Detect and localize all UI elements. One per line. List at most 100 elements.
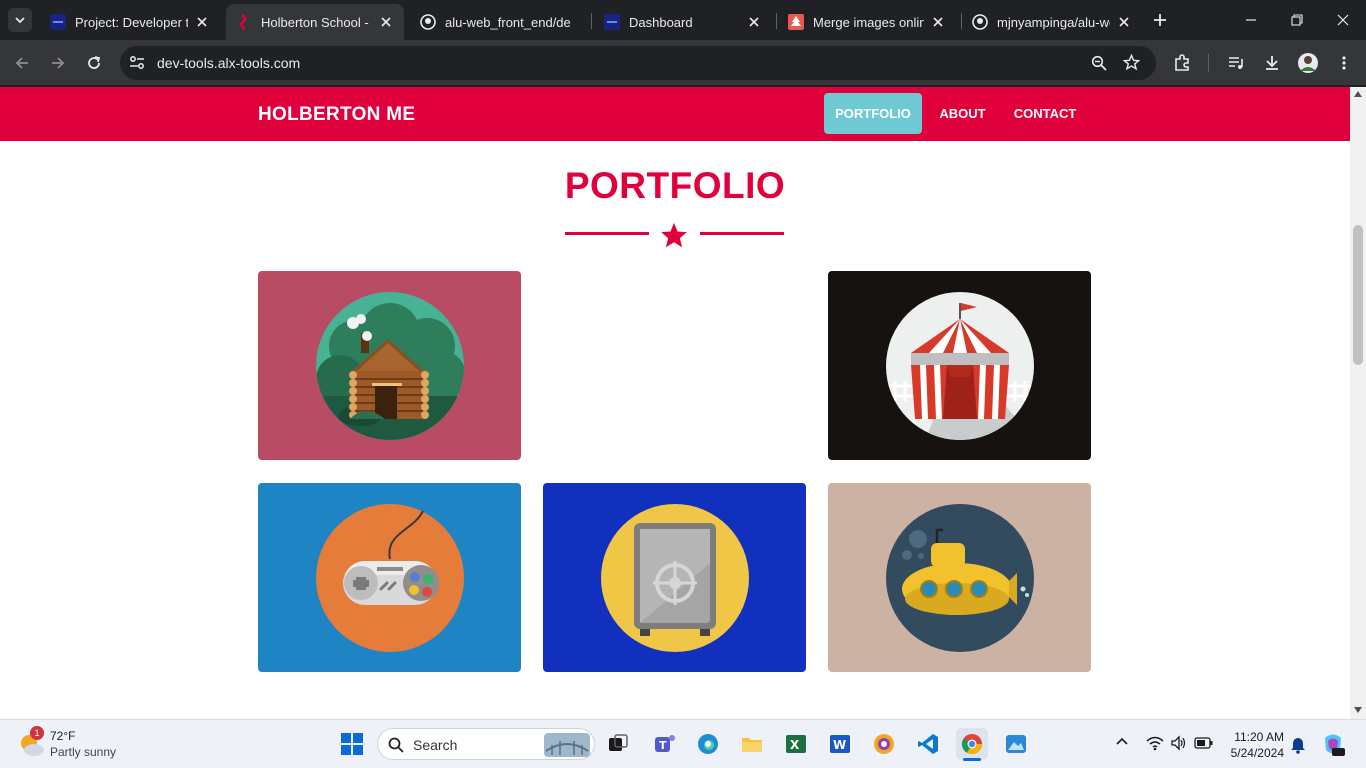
show-hidden-icons-button[interactable] — [1115, 734, 1129, 753]
notifications-icon[interactable] — [1290, 736, 1306, 759]
close-tab-icon[interactable] — [194, 14, 210, 30]
teams-icon: T — [655, 735, 675, 752]
system-clock[interactable]: 11:20 AM 5/24/2024 — [1222, 729, 1284, 761]
game-controller-icon — [315, 503, 464, 652]
circus-tent-icon — [885, 291, 1034, 440]
tab-github-mjnyampinga[interactable]: mjnyampinga/alu-we — [962, 4, 1142, 40]
cabin-icon — [315, 291, 464, 440]
chrome-taskbar-icon[interactable] — [956, 728, 988, 761]
windows-taskbar: 1 72°F Partly sunny Search T X W 11:20 A… — [0, 719, 1366, 768]
nav-contact-link[interactable]: CONTACT — [1003, 93, 1087, 134]
media-controls-button[interactable] — [1224, 51, 1248, 75]
puzzle-icon — [1175, 54, 1189, 71]
tab-merge-images[interactable]: Merge images online — [778, 4, 956, 40]
back-button[interactable] — [10, 51, 34, 75]
address-bar[interactable]: dev-tools.alx-tools.com — [120, 46, 1156, 80]
weather-notification-badge: 1 — [30, 726, 44, 740]
clock-date: 5/24/2024 — [1230, 746, 1284, 760]
task-view-icon — [609, 734, 628, 751]
reload-icon — [88, 56, 101, 69]
battery-icon[interactable] — [1194, 736, 1214, 755]
file-explorer-taskbar-icon[interactable] — [736, 728, 768, 760]
restore-button[interactable] — [1282, 8, 1312, 32]
photos-taskbar-icon[interactable] — [1000, 728, 1032, 760]
active-app-indicator — [963, 758, 981, 761]
teams-taskbar-icon[interactable]: T — [648, 728, 680, 760]
site-navbar: HOLBERTON ME PORTFOLIO ABOUT CONTACT — [0, 87, 1350, 141]
arrow-right-icon — [52, 57, 65, 69]
tab-title: alu-web_front_end/de — [445, 14, 571, 30]
nav-about-link[interactable]: ABOUT — [928, 93, 997, 134]
portfolio-card-safe[interactable] — [543, 483, 806, 672]
scroll-down-icon[interactable] — [1354, 707, 1362, 713]
portfolio-card-cabin[interactable] — [258, 271, 521, 460]
search-icon — [388, 737, 404, 753]
wifi-icon[interactable] — [1146, 735, 1164, 756]
word-taskbar-icon[interactable]: W — [824, 728, 856, 760]
folder-icon — [742, 738, 762, 752]
close-window-button[interactable] — [1328, 8, 1358, 32]
search-placeholder: Search — [413, 737, 458, 753]
nav-portfolio-link[interactable]: PORTFOLIO — [824, 93, 922, 134]
github-icon — [420, 14, 436, 30]
close-tab-icon[interactable] — [930, 14, 946, 30]
app-taskbar-icon[interactable] — [868, 728, 900, 760]
edge-icon — [698, 734, 718, 754]
photos-icon — [1006, 735, 1026, 753]
portfolio-card-controller[interactable] — [258, 483, 521, 672]
chevron-down-icon — [15, 17, 25, 24]
profile-button[interactable] — [1296, 51, 1320, 75]
edge-taskbar-icon[interactable] — [692, 728, 724, 760]
scrollbar-thumb[interactable] — [1353, 225, 1363, 365]
zoom-icon[interactable] — [1091, 55, 1107, 76]
url-text: dev-tools.alx-tools.com — [157, 55, 301, 71]
scroll-up-icon[interactable] — [1354, 91, 1362, 97]
downloads-button[interactable] — [1260, 51, 1284, 75]
new-tab-button[interactable] — [1150, 10, 1170, 30]
portfolio-card-circus[interactable] — [828, 271, 1091, 460]
copilot-icon[interactable] — [1320, 732, 1346, 763]
page-scrollbar[interactable] — [1350, 87, 1366, 719]
title-divider-right — [700, 232, 784, 235]
restore-icon — [1291, 14, 1303, 26]
vscode-taskbar-icon[interactable] — [912, 728, 944, 760]
chrome-menu-button[interactable] — [1332, 51, 1356, 75]
minimize-icon — [1246, 19, 1256, 21]
page-viewport: HOLBERTON ME PORTFOLIO ABOUT CONTACT POR… — [0, 87, 1350, 719]
safe-icon — [600, 503, 749, 652]
tab-search-button[interactable] — [8, 8, 32, 32]
star-icon — [661, 222, 687, 248]
weather-description: Partly sunny — [50, 745, 117, 759]
close-tab-icon[interactable] — [746, 14, 762, 30]
minimize-button[interactable] — [1236, 8, 1266, 32]
site-brand-link[interactable]: HOLBERTON ME — [258, 104, 415, 126]
excel-taskbar-icon[interactable]: X — [780, 728, 812, 760]
taskbar-search-box[interactable]: Search — [377, 728, 595, 760]
svg-text:X: X — [790, 738, 800, 752]
tab-github-alu-web-front-end[interactable]: alu-web_front_end/de — [410, 4, 588, 40]
weather-widget[interactable]: 1 — [16, 726, 46, 759]
weather-temperature: 72°F — [50, 729, 76, 743]
section-title: PORTFOLIO — [564, 165, 786, 206]
tab-project-developer-tools[interactable]: Project: Developer too — [40, 4, 220, 40]
tab-dashboard[interactable]: Dashboard — [594, 4, 772, 40]
volume-icon[interactable] — [1170, 735, 1186, 756]
chrome-icon — [961, 734, 983, 755]
chevron-up-icon — [1116, 737, 1128, 745]
tab-holberton-school[interactable]: Holberton School - Da — [226, 4, 404, 40]
tab-title: mjnyampinga/alu-we — [997, 14, 1110, 30]
bookmark-star-icon[interactable] — [1122, 53, 1141, 76]
tab-separator — [591, 13, 592, 29]
close-tab-icon[interactable] — [378, 14, 394, 30]
portfolio-card-submarine[interactable] — [828, 483, 1091, 672]
alx-favicon-icon — [604, 14, 620, 30]
extensions-button[interactable] — [1170, 51, 1194, 75]
forward-button[interactable] — [46, 51, 70, 75]
close-tab-icon[interactable] — [1116, 14, 1132, 30]
clock-time: 11:20 AM — [1234, 730, 1284, 744]
site-settings-icon[interactable] — [129, 55, 145, 76]
start-button[interactable] — [336, 728, 368, 760]
task-view-button[interactable] — [602, 728, 634, 760]
reload-button[interactable] — [82, 51, 106, 75]
download-icon — [1266, 56, 1278, 70]
